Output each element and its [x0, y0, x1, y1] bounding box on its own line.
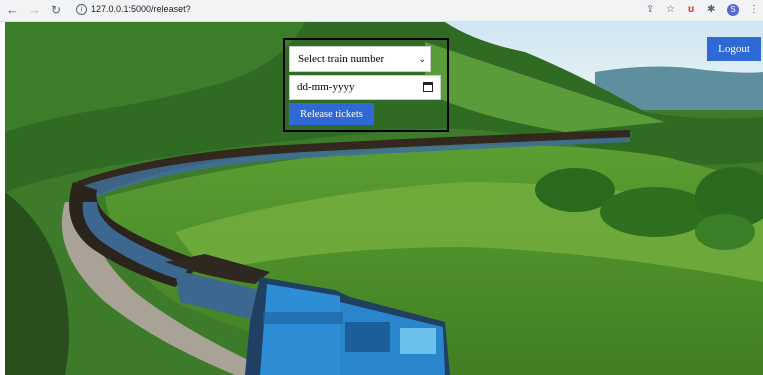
- release-tickets-button[interactable]: Release tickets: [289, 103, 374, 125]
- menu-icon[interactable]: ⋮: [749, 4, 759, 16]
- date-input[interactable]: dd-mm-yyyy: [289, 75, 441, 100]
- extension-icon[interactable]: ʊ: [688, 4, 694, 16]
- share-icon[interactable]: ⇪: [646, 4, 654, 16]
- address-bar[interactable]: 127.0.0.1:5000/releaset?: [91, 4, 191, 14]
- calendar-icon[interactable]: [423, 82, 433, 92]
- star-icon[interactable]: ☆: [666, 4, 675, 16]
- reload-icon[interactable]: ↻: [51, 3, 61, 17]
- forward-icon[interactable]: →: [28, 3, 41, 17]
- info-icon[interactable]: i: [76, 4, 87, 15]
- chevron-down-icon: ⌄: [418, 54, 426, 64]
- back-icon[interactable]: ←: [6, 3, 19, 17]
- puzzle-icon[interactable]: ✱: [707, 4, 715, 16]
- date-input-placeholder: dd-mm-yyyy: [297, 81, 355, 93]
- page-viewport: Logout Select train number ⌄ dd-mm-yyyy …: [5, 22, 763, 375]
- browser-toolbar: ← → ↻ i 127.0.0.1:5000/releaset? ⇪ ☆ ʊ ✱…: [0, 0, 763, 22]
- profile-avatar[interactable]: S: [727, 4, 739, 16]
- logout-button[interactable]: Logout: [707, 37, 761, 61]
- train-number-select-value: Select train number: [298, 53, 385, 65]
- train-number-select[interactable]: Select train number ⌄: [289, 46, 431, 72]
